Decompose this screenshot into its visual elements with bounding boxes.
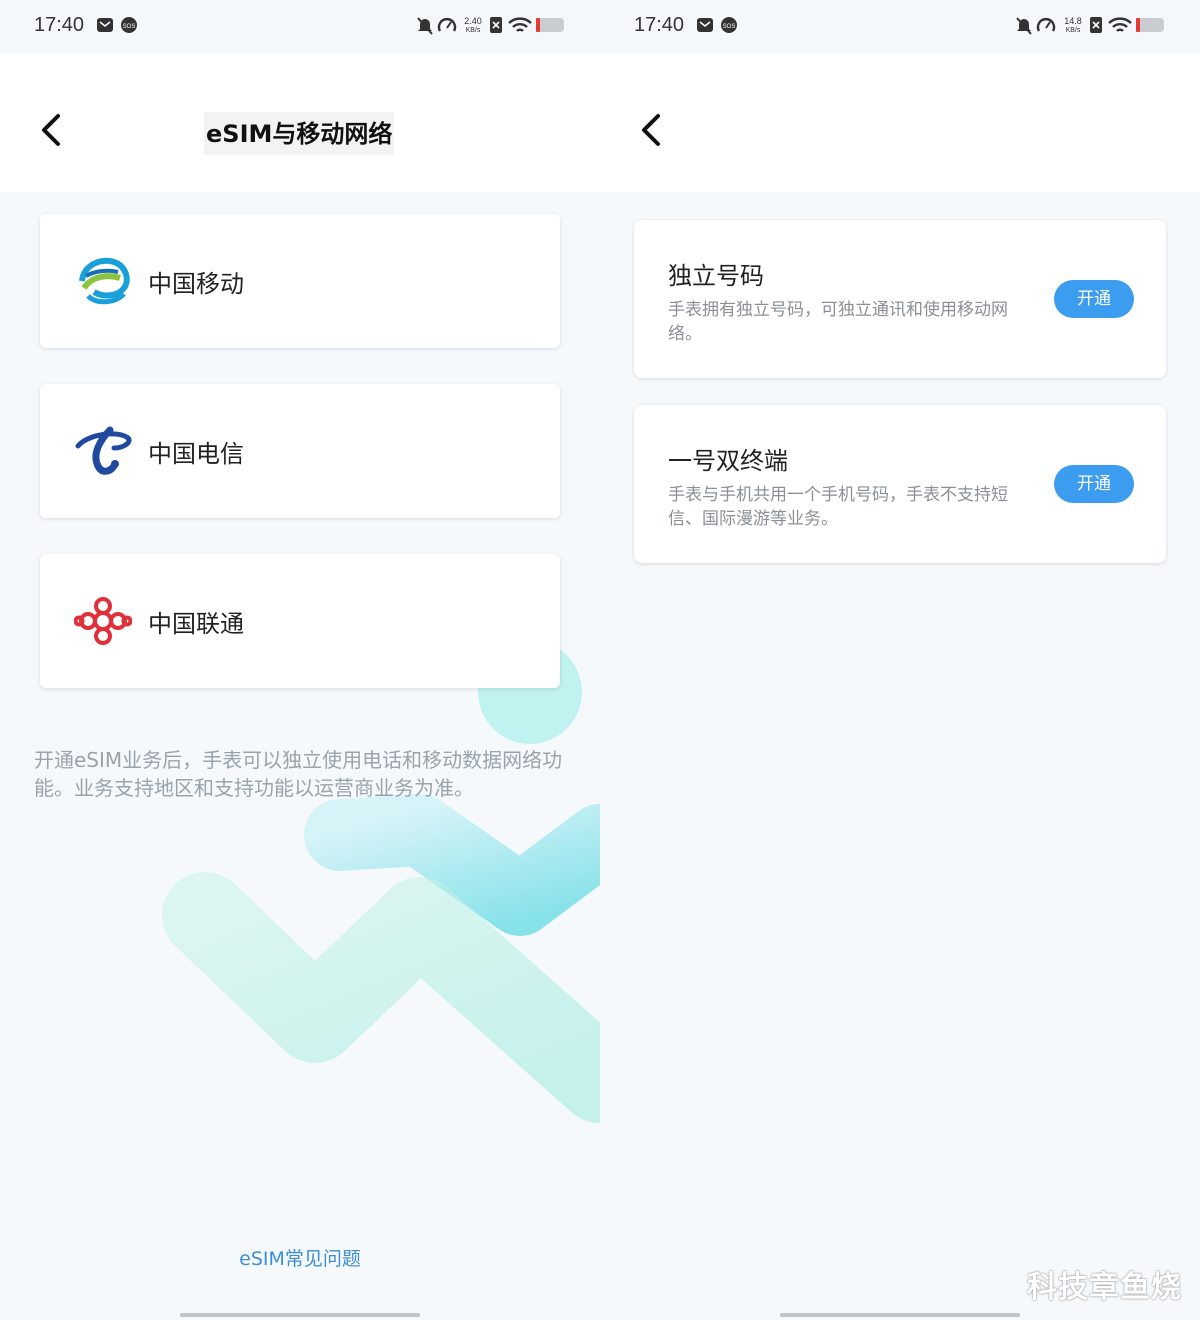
carrier-name: 中国移动: [148, 270, 244, 298]
status-time: 17:40: [634, 14, 685, 36]
status-time: 17:40: [34, 14, 85, 36]
sos-icon: SOS: [721, 17, 737, 33]
home-indicator[interactable]: [180, 1313, 420, 1317]
option-description: 手表与手机共用一个手机号码，手表不支持短信、国际漫游等业务。: [668, 485, 1008, 529]
page-title: eSIM与移动网络: [204, 112, 395, 155]
no-sim-icon: [1090, 17, 1102, 33]
activate-button[interactable]: 开通: [1054, 465, 1134, 503]
no-sim-icon: [490, 17, 502, 33]
esim-info-text: 开通eSIM业务后，手表可以独立使用电话和移动数据网络功能。业务支持地区和支持功…: [34, 748, 563, 800]
back-button[interactable]: [632, 108, 672, 152]
option-card-independent-number[interactable]: 独立号码 手表拥有独立号码，可独立通讯和使用移动网络。 开通: [634, 220, 1166, 378]
option-card-shared-number[interactable]: 一号双终端 手表与手机共用一个手机号码，手表不支持短信、国际漫游等业务。 开通: [634, 405, 1166, 563]
battery-low-icon: [536, 18, 564, 32]
carrier-card-china-mobile[interactable]: 中国移动: [40, 214, 560, 348]
bell-muted-icon: [1016, 17, 1032, 35]
top-header: [600, 54, 1200, 192]
message-icon: [697, 18, 713, 32]
status-bar: 17:40 SOS 14.8 KB/s: [600, 0, 1200, 54]
esim-network-screen: 17:40 SOS 2.40 KB/s eSIM与移动网络 中国移动 中国电信 …: [0, 0, 600, 1320]
wifi-icon: [508, 17, 532, 32]
battery-low-icon: [1136, 18, 1164, 32]
back-button[interactable]: [32, 108, 72, 152]
china-unicom-logo-icon: [74, 597, 132, 645]
top-header: eSIM与移动网络: [0, 54, 600, 192]
bell-muted-icon: [417, 17, 433, 35]
message-icon: [97, 18, 113, 32]
network-speed: 2.40 KB/s: [464, 16, 482, 35]
watermark-text: 科技章鱼烧: [1027, 1270, 1182, 1305]
option-title: 独立号码: [668, 262, 764, 290]
svg-text:SOS: SOS: [723, 24, 736, 30]
status-bar: 17:40 SOS 2.40 KB/s: [0, 0, 600, 54]
esim-faq-link[interactable]: eSIM常见问题: [0, 1244, 600, 1271]
carrier-card-china-unicom[interactable]: 中国联通: [40, 554, 560, 688]
activate-button[interactable]: 开通: [1054, 280, 1134, 318]
china-mobile-logo-icon: [79, 257, 130, 305]
network-speed: 14.8 KB/s: [1064, 16, 1082, 35]
gauge-icon: [437, 18, 457, 32]
option-description: 手表拥有独立号码，可独立通讯和使用移动网络。: [668, 300, 1008, 344]
carrier-name: 中国电信: [148, 440, 244, 468]
sos-icon: SOS: [121, 17, 137, 33]
option-title: 一号双终端: [668, 447, 788, 475]
home-indicator[interactable]: [780, 1313, 1020, 1317]
china-telecom-logo-icon: [75, 426, 132, 475]
esim-mode-screen: 17:40 SOS 14.8 KB/s 独立号码 手表拥有独立号码，可独立通讯和…: [600, 0, 1200, 1320]
carrier-card-china-telecom[interactable]: 中国电信: [40, 384, 560, 518]
wifi-icon: [1108, 17, 1132, 32]
gauge-icon: [1036, 18, 1056, 32]
carrier-name: 中国联通: [148, 610, 244, 638]
svg-text:SOS: SOS: [123, 24, 136, 30]
